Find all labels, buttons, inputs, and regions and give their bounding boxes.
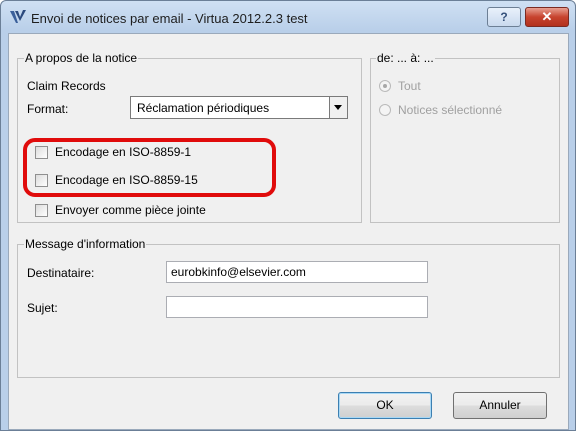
format-select-value: Réclamation périodiques bbox=[137, 101, 270, 115]
close-button[interactable]: ✕ bbox=[525, 7, 569, 27]
dialog-content: A propos de la notice Claim Records Form… bbox=[8, 33, 569, 430]
recipient-label: Destinataire: bbox=[27, 266, 95, 280]
record-type-label: Claim Records bbox=[27, 79, 106, 93]
chevron-down-icon bbox=[334, 105, 342, 110]
ok-button[interactable]: OK bbox=[338, 392, 432, 419]
format-label: Format: bbox=[27, 102, 69, 116]
selected-records-radio[interactable] bbox=[379, 104, 391, 116]
window-title: Envoi de notices par email - Virtua 2012… bbox=[31, 11, 308, 26]
record-range-legend: de: ... à: ... bbox=[376, 51, 435, 65]
radio-selected-dot bbox=[383, 84, 387, 88]
all-records-label: Tout bbox=[398, 79, 421, 93]
about-record-legend: A propos de la notice bbox=[24, 51, 139, 65]
message-info-legend: Message d'information bbox=[24, 237, 147, 251]
virtua-app-icon bbox=[10, 10, 26, 23]
subject-label: Sujet: bbox=[27, 301, 58, 315]
all-records-radio[interactable] bbox=[379, 80, 391, 92]
recipient-value: eurobkinfo@elsevier.com bbox=[171, 265, 306, 279]
attachment-checkbox[interactable] bbox=[35, 204, 48, 217]
title-bar[interactable]: Envoi de notices par email - Virtua 2012… bbox=[1, 1, 575, 34]
cancel-button[interactable]: Annuler bbox=[453, 392, 547, 419]
dialog-window: Envoi de notices par email - Virtua 2012… bbox=[0, 0, 576, 431]
help-button[interactable]: ? bbox=[487, 7, 521, 27]
recipient-field[interactable]: eurobkinfo@elsevier.com bbox=[166, 261, 428, 283]
encoding-options-highlight bbox=[23, 138, 276, 197]
format-select[interactable]: Réclamation périodiques bbox=[130, 96, 348, 119]
attachment-label[interactable]: Envoyer comme pièce jointe bbox=[55, 203, 206, 217]
subject-field[interactable] bbox=[166, 296, 428, 318]
selected-records-label: Notices sélectionné bbox=[398, 103, 503, 117]
format-dropdown-button[interactable] bbox=[329, 97, 347, 118]
